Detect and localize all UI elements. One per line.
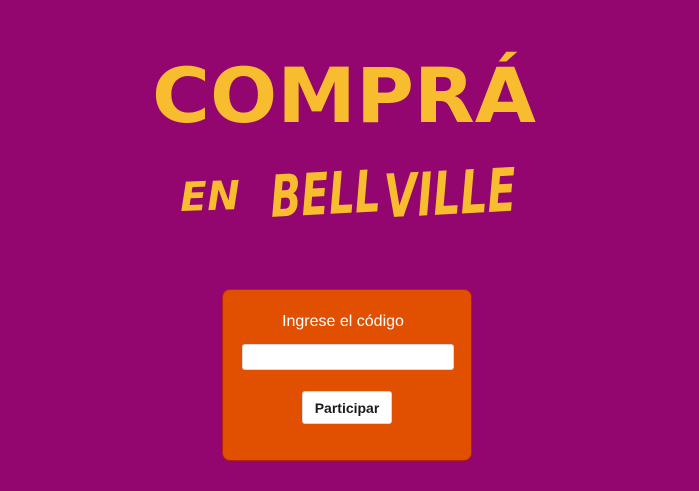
code-label: Ingrese el código: [282, 313, 404, 330]
code-entry-card: Ingrese el código Participar: [222, 289, 472, 461]
campaign-logo-graphic: COMPRÁ EN BELL VILLE: [152, 51, 536, 233]
logo-subtitle-bell: BELL: [269, 157, 382, 231]
logo-title-compra: COMPRÁ: [152, 51, 536, 140]
logo-subtitle-en: EN: [179, 173, 241, 221]
logo-subtitle-ville: VILLE: [382, 156, 517, 233]
code-input[interactable]: [242, 344, 454, 370]
campaign-logo: COMPRÁ EN BELL VILLE: [0, 0, 699, 240]
participate-button[interactable]: Participar: [302, 391, 392, 424]
